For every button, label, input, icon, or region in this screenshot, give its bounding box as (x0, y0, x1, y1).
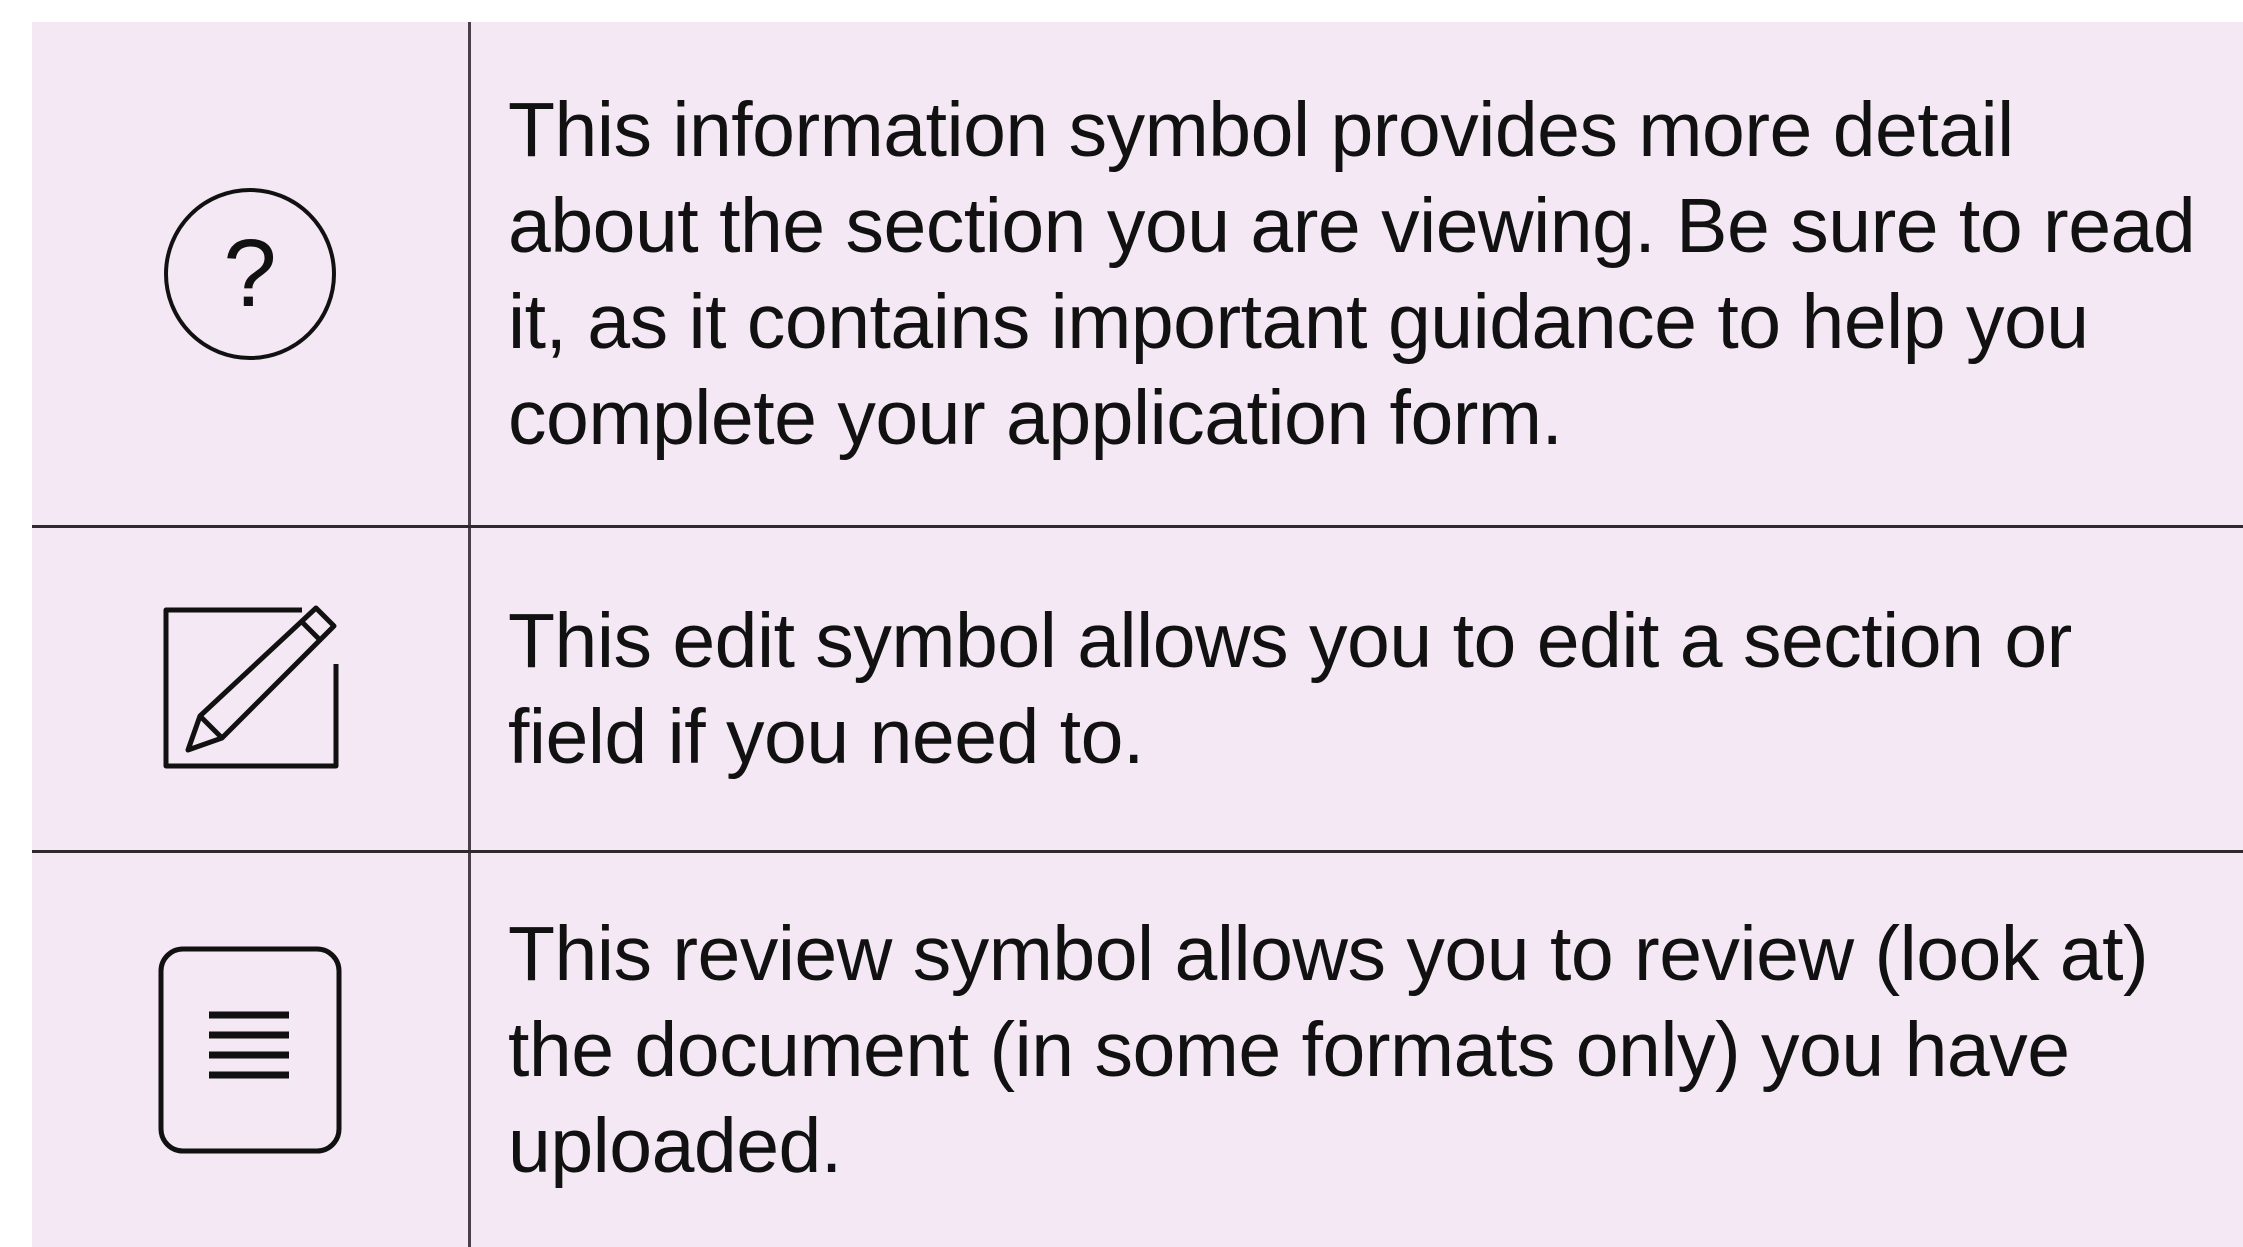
edit-description: This edit symbol allows you to edit a se… (508, 598, 2072, 780)
table-row-review: This review symbol allows you to review … (32, 853, 2243, 1247)
svg-text:?: ? (223, 220, 276, 327)
review-document-icon (158, 946, 342, 1154)
review-description: This review symbol allows you to review … (508, 911, 2149, 1189)
table-row-edit: This edit symbol allows you to edit a se… (32, 528, 2243, 850)
help-question-icon: ? (164, 187, 336, 360)
text-cell: This review symbol allows you to review … (508, 853, 2203, 1247)
text-cell: This information symbol provides more de… (508, 22, 2203, 525)
symbol-legend-table: ? This information symbol provides more … (32, 22, 2243, 1247)
information-description: This information symbol provides more de… (508, 86, 2196, 461)
icon-cell (32, 853, 468, 1247)
icon-cell (32, 528, 468, 850)
icon-cell: ? (32, 22, 468, 525)
text-cell: This edit symbol allows you to edit a se… (508, 528, 2203, 850)
table-row-information: ? This information symbol provides more … (32, 22, 2243, 525)
edit-pencil-icon (163, 605, 339, 769)
